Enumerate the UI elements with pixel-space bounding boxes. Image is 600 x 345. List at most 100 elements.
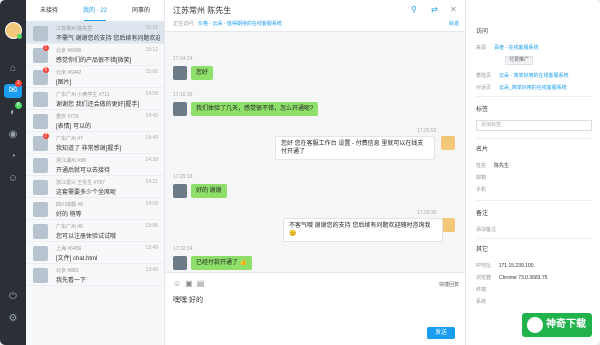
visitor-avatar (33, 114, 48, 129)
conversation-time: 14:40 (145, 135, 158, 141)
nav-rail: ⌂ ✉ 2 ◐ 8 ◉ ◔ ☺ ⏻ ⚙ (0, 0, 26, 345)
visitor-name: 北京 #883 (56, 268, 79, 274)
swap-icon[interactable]: ⇄ (431, 5, 438, 14)
conversation-time: 13:49 (145, 245, 158, 251)
image-icon[interactable]: ▣ (185, 279, 197, 288)
visitor-name: 浙江嘉兴 王先生 #787 (56, 180, 105, 186)
unread-badge: 1 (43, 45, 49, 51)
list-tabs: 未接待 我的 · 22 同事的 (26, 0, 164, 22)
agent-message: 不客气哦 谢谢您的支持 您后续有问题欢迎随时咨询我 😊 (283, 218, 443, 242)
message-list: 17:24:24 您好 17:16:36 我们体验了几天，感觉很不错，怎么开通呢? 17… (165, 32, 465, 272)
visit-chat-value[interactable]: 云朵_简单好用的在线客服系统 (499, 85, 567, 91)
conversation-time: 14:45 (145, 113, 158, 119)
history-icon[interactable]: ◔ (6, 150, 20, 164)
visitor-avatar (33, 180, 48, 195)
composer-tools: ☺▣▤ (173, 279, 208, 288)
conversation-item[interactable]: 北京 #883 13:40 我先看一下 (26, 264, 164, 286)
close-icon[interactable]: ✕ (450, 5, 457, 14)
visit-landing-value[interactable]: 云朵 - 简单好用的在线客服系统 (499, 73, 568, 79)
stats-icon[interactable]: ◉ (6, 128, 20, 142)
divider (476, 200, 592, 201)
home-icon[interactable]: ⌂ (6, 62, 20, 76)
agent-avatar[interactable] (5, 22, 22, 39)
conversation-list: 未接待 我的 · 22 同事的 江苏常州 陈先生 15:15 不需气 谢谢您的支持 … (26, 0, 165, 345)
note-input[interactable]: 添加备注 (476, 226, 496, 233)
unread-badge: 5 (43, 67, 49, 73)
divider (476, 138, 592, 139)
visitor-message: 已经付款开通了 👍 (191, 256, 253, 270)
message-time: 17:32:34 (173, 246, 193, 252)
tab-colleagues[interactable]: 同事的 (118, 0, 164, 21)
visitor-avatar (33, 224, 48, 239)
conversation-item[interactable]: 浙江嘉兴 王先生 #787 14:21 这套需要多少个坐席呢 (26, 176, 164, 198)
visitor-name: 四川成都 #8 (56, 202, 83, 208)
viewing-prefix: 正在访问： (173, 21, 199, 27)
visitor-avatar (33, 158, 48, 173)
send-button[interactable]: 发送 (427, 327, 455, 339)
last-message: 开通后就可以去接待 (56, 168, 111, 174)
ip-key: IP地址 (476, 263, 491, 269)
visitor-avatar (173, 66, 187, 80)
conversation-item[interactable]: 四川成都 #8 14:09 好的 稍等 (26, 198, 164, 220)
transfer-icon[interactable]: ⚲ (411, 5, 417, 14)
conversation-time: 15:12 (145, 47, 158, 53)
visitor-name: 江苏常州 陈先生 (56, 26, 93, 32)
browser-value: Chrome 73.0.3683.75 (499, 275, 548, 281)
emoji-icon[interactable]: ☺ (173, 279, 185, 288)
last-message: 感觉你们的产品很不错[微笑] (56, 58, 132, 64)
tab-mine[interactable]: 我的 · 22 (72, 0, 118, 21)
conversation-item[interactable]: 2 广东广州 #7 14:40 我知道了 非常感谢[握手] (26, 132, 164, 154)
other-title: 其它 (476, 247, 489, 253)
viewing-link[interactable]: 价格 - 云朵 - 值得期待的在线客服系统 (198, 21, 282, 27)
conversation-item[interactable]: 广东广州 #6 13:58 您可以注册体验试试哦 (26, 220, 164, 242)
divider (476, 96, 592, 97)
terminal-key: 终端 (476, 287, 487, 293)
chat-unread-badge: 2 (15, 80, 22, 87)
agent-avatar (441, 136, 455, 150)
visit-source-key: 来源 (476, 45, 487, 51)
last-message: 好的 稍等 (56, 212, 82, 218)
current-page: 正在访问：价格 - 云朵 - 值得期待的在线客服系统 (173, 20, 282, 27)
visit-source: 来源 百度 - 在线客服系统 (476, 44, 538, 51)
last-message: 谢谢您 我们还会做的更好[握手] (56, 102, 140, 108)
message-input[interactable]: 嘿嘿 好的 (173, 295, 203, 305)
conversation-time: 15:15 (145, 25, 158, 31)
tag-input[interactable]: 添加标签 (476, 120, 592, 131)
quick-reply-button[interactable]: 快捷回复 (439, 281, 459, 288)
conversation-time: 14:21 (145, 179, 158, 185)
settings-icon[interactable]: ⚙ (6, 312, 20, 326)
visit-chat-key: 对话页 (476, 85, 492, 91)
conversation-item[interactable]: 上海 #6456 13:49 [文件] chat.html (26, 242, 164, 264)
team-icon[interactable]: ☺ (6, 172, 20, 186)
visitor-name: 北京 #6942 (56, 70, 82, 76)
card-name-value[interactable]: 陈先生 (494, 163, 509, 169)
tab-unassigned[interactable]: 未接待 (26, 0, 72, 21)
tags-title: 标签 (476, 107, 489, 113)
visit-title: 访问 (476, 29, 489, 35)
composer: ☺▣▤ 快捷回复 嘿嘿 好的 发送 (165, 272, 465, 345)
conversation-item[interactable]: 5 北京 #6942 15:06 [图片] (26, 66, 164, 88)
power-icon[interactable]: ⏻ (6, 290, 20, 304)
conversation-item[interactable]: 江苏常州 陈先生 15:15 不需气 谢谢您的支持 您后续有问题欢迎随 (26, 22, 164, 44)
conversation-time: 13:40 (145, 267, 158, 273)
file-icon[interactable]: ▤ (197, 279, 209, 288)
conversation-item[interactable]: 重庆 #729 14:45 [表情] 可以的 (26, 110, 164, 132)
visitor-avatar (33, 26, 48, 41)
conversation-item[interactable]: 广东广州 小黄学生 #711 14:58 谢谢您 我们还会做的更好[握手] (26, 88, 164, 110)
trace-link[interactable]: 轨迹 (449, 20, 459, 27)
visitor-name: 广东广州 小黄学生 #711 (56, 92, 110, 98)
last-message: 我知道了 非常感谢[握手] (56, 146, 122, 152)
visitor-avatar (33, 268, 48, 283)
conversation-time: 14:09 (145, 201, 158, 207)
visitor-avatar (173, 184, 187, 198)
conversation-item[interactable]: 1 北京 #6996 15:12 感觉你们的产品很不错[微笑] (26, 44, 164, 66)
visit-source-value[interactable]: 百度 - 在线客服系统 (494, 45, 538, 51)
visitor-name: 重庆 #729 (56, 114, 79, 120)
watermark-logo: 神奇下载 (522, 313, 592, 337)
conversation-item[interactable]: 浙江湖州 #98 14:30 开通后就可以去接待 (26, 154, 164, 176)
card-email-key: 邮箱 (476, 175, 487, 181)
message-time: 17:26:52 (417, 128, 437, 134)
conversation-time: 14:58 (145, 91, 158, 97)
last-message: 这套需要多少个坐席呢 (56, 190, 117, 196)
visitor-name: 广东广州 #6 (56, 224, 83, 230)
